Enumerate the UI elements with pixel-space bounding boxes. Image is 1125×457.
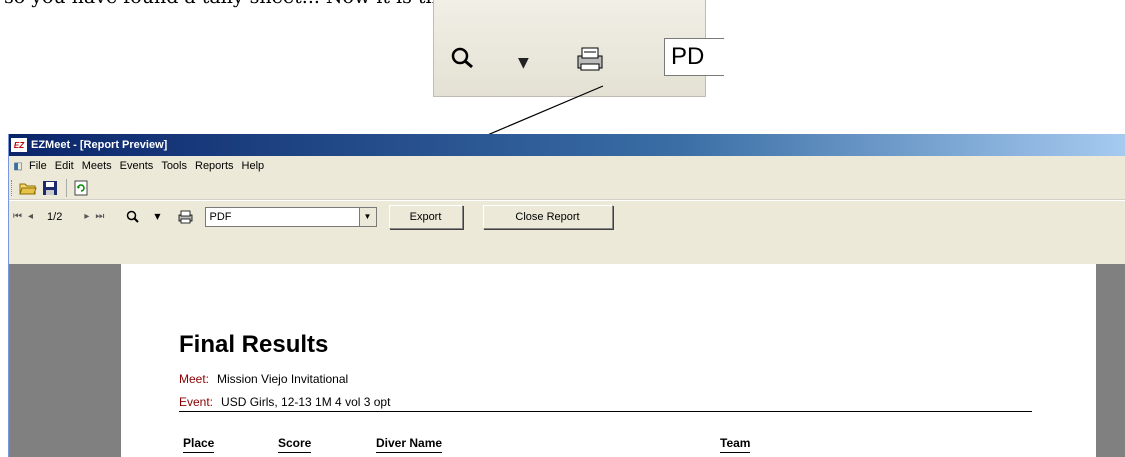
window-title: EZMeet - [Report Preview]: [31, 139, 168, 151]
export-button[interactable]: Export: [388, 204, 463, 229]
export-format-value: PDF: [209, 210, 232, 223]
zoomed-format-field: PD: [664, 38, 724, 76]
prev-page-icon[interactable]: ◂: [28, 211, 33, 222]
menu-bar: ◧ File Edit Meets Events Tools Reports H…: [9, 156, 1125, 176]
event-label: Event:: [179, 395, 214, 409]
menu-meets[interactable]: Meets: [82, 160, 112, 172]
main-toolbar: [9, 176, 1125, 200]
report-title: Final Results: [179, 331, 329, 358]
title-bar: EZ EZMeet - [Report Preview]: [9, 134, 1125, 156]
save-icon[interactable]: [40, 178, 60, 198]
next-page-icon[interactable]: ▸: [84, 211, 89, 222]
tutorial-caption: so you have found a tally sheet... Now i…: [4, 0, 479, 8]
app-logo-icon: EZ: [11, 138, 27, 152]
zoomed-toolbar-inset: ▼ PD: [433, 0, 724, 97]
menu-tools[interactable]: Tools: [161, 160, 187, 172]
report-preview-area[interactable]: Final Results Meet: Mission Viejo Invitat…: [9, 264, 1125, 457]
print-icon[interactable]: [177, 209, 195, 225]
open-folder-icon[interactable]: [18, 178, 38, 198]
menu-edit[interactable]: Edit: [55, 160, 74, 172]
zoom-icon[interactable]: [126, 210, 140, 224]
menu-help[interactable]: Help: [242, 160, 265, 172]
close-report-button[interactable]: Close Report: [482, 204, 613, 229]
menu-events[interactable]: Events: [120, 160, 154, 172]
meet-value: Mission Viejo Invitational: [217, 372, 349, 386]
column-score: Score: [278, 436, 312, 453]
first-page-icon[interactable]: ⏮: [13, 211, 22, 222]
column-diver-name: Diver Name: [376, 436, 443, 453]
header-rule: [179, 411, 1032, 412]
refresh-icon[interactable]: [71, 178, 91, 198]
chevron-down-icon: ▼: [518, 55, 529, 71]
menu-reports[interactable]: Reports: [195, 160, 234, 172]
toolbar-separator: [66, 178, 67, 197]
event-value: USD Girls, 12-13 1M 4 vol 3 opt: [221, 395, 391, 409]
meet-row: Meet: Mission Viejo Invitational: [179, 372, 348, 386]
page-indicator: 1/2: [47, 210, 63, 223]
column-team: Team: [720, 436, 751, 453]
app-window: EZ EZMeet - [Report Preview] ◧ File Edit…: [8, 134, 1125, 457]
meet-label: Meet:: [179, 372, 210, 386]
column-place: Place: [183, 436, 215, 453]
last-page-icon[interactable]: ⏭: [95, 211, 104, 222]
zoom-dropdown-icon[interactable]: ▼: [154, 212, 160, 221]
printer-icon: [574, 44, 608, 78]
report-toolbar: ⏮ ◂ 1/2 ▸ ⏭ ▼ PDF ▼ Export Close Report: [9, 200, 1125, 232]
chevron-down-icon[interactable]: ▼: [358, 207, 376, 226]
event-row: Event: USD Girls, 12-13 1M 4 vol 3 opt: [179, 395, 390, 409]
toolbar-grip[interactable]: [11, 179, 14, 196]
export-format-select[interactable]: PDF ▼: [204, 206, 377, 227]
menu-file[interactable]: File: [29, 160, 47, 172]
report-page: Final Results Meet: Mission Viejo Invitat…: [121, 264, 1096, 457]
document-window-icon[interactable]: ◧: [11, 159, 25, 173]
magnifier-icon: [450, 46, 476, 74]
